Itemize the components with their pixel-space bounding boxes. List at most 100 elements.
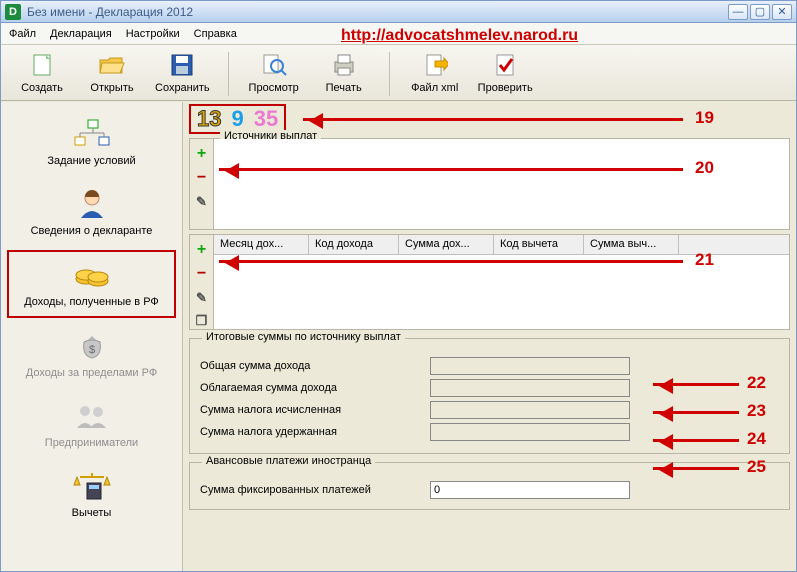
sidebar: Задание условий Сведения о декларанте До… bbox=[1, 102, 183, 571]
edit-source-button[interactable]: ✎ bbox=[193, 193, 211, 211]
nav-conditions[interactable]: Задание условий bbox=[7, 110, 176, 176]
maximize-button[interactable]: ▢ bbox=[750, 4, 770, 20]
arrow-21 bbox=[219, 260, 683, 263]
toolbar-check-label: Проверить bbox=[478, 82, 533, 94]
nav-income-abroad[interactable]: $ Доходы за пределами РФ bbox=[7, 322, 176, 388]
new-file-icon bbox=[27, 50, 57, 80]
calculator-scales-icon bbox=[70, 469, 114, 503]
sources-toolbar: + − ✎ bbox=[190, 139, 214, 229]
toolbar-open[interactable]: Открыть bbox=[81, 48, 143, 96]
toolbar-create[interactable]: Создать bbox=[11, 48, 73, 96]
arrow-19 bbox=[303, 118, 683, 121]
remove-income-button[interactable]: − bbox=[193, 265, 211, 283]
advances-group-label: Авансовые платежи иностранца bbox=[202, 455, 375, 467]
total-income-field bbox=[430, 357, 630, 375]
open-folder-icon bbox=[97, 50, 127, 80]
remove-source-button[interactable]: − bbox=[193, 169, 211, 187]
tax-withheld-label: Сумма налога удержанная bbox=[200, 426, 430, 438]
check-file-icon bbox=[490, 50, 520, 80]
toolbar-open-label: Открыть bbox=[90, 82, 133, 94]
nav-declarant-label: Сведения о декларанте bbox=[31, 225, 153, 237]
titlebar: D Без имени - Декларация 2012 — ▢ ✕ bbox=[1, 1, 796, 23]
col-deduction-code[interactable]: Код вычета bbox=[494, 235, 584, 254]
toolbar-xml[interactable]: Файл xml bbox=[404, 48, 466, 96]
col-income-sum[interactable]: Сумма дох... bbox=[399, 235, 494, 254]
people-icon bbox=[70, 399, 114, 433]
copy-income-button[interactable]: ❐ bbox=[193, 312, 211, 329]
save-floppy-icon bbox=[167, 50, 197, 80]
nav-income-abroad-label: Доходы за пределами РФ bbox=[26, 367, 157, 379]
totals-group-label: Итоговые суммы по источнику выплат bbox=[202, 331, 405, 343]
nav-entrepreneurs[interactable]: Предприниматели bbox=[7, 392, 176, 458]
rate-35-button[interactable]: 35 bbox=[254, 106, 278, 132]
fixed-payments-label: Сумма фиксированных платежей bbox=[200, 484, 430, 496]
taxable-income-field bbox=[430, 379, 630, 397]
toolbar-save[interactable]: Сохранить bbox=[151, 48, 214, 96]
sources-panel: Источники выплат + − ✎ bbox=[189, 138, 790, 230]
add-source-button[interactable]: + bbox=[193, 145, 211, 163]
arrow-25 bbox=[653, 467, 739, 470]
income-details-panel: + − ✎ ❐ Месяц дох... Код дохода Сумма до… bbox=[189, 234, 790, 330]
nav-deductions[interactable]: Вычеты bbox=[7, 462, 176, 528]
menu-file[interactable]: Файл bbox=[9, 28, 36, 40]
nav-conditions-label: Задание условий bbox=[47, 155, 135, 167]
arrow-23 bbox=[653, 411, 739, 414]
tree-icon bbox=[70, 117, 114, 151]
tax-withheld-field bbox=[430, 423, 630, 441]
toolbar-print[interactable]: Печать bbox=[313, 48, 375, 96]
add-income-button[interactable]: + bbox=[193, 241, 211, 259]
svg-text:$: $ bbox=[88, 344, 94, 356]
toolbar-create-label: Создать bbox=[21, 82, 63, 94]
total-income-label: Общая сумма дохода bbox=[200, 360, 430, 372]
nav-income-rf[interactable]: Доходы, полученные в РФ bbox=[7, 250, 176, 318]
main-panel: 13 9 35 Источники выплат + − ✎ + bbox=[183, 102, 796, 571]
toolbar-preview-label: Просмотр bbox=[249, 82, 299, 94]
nav-income-rf-label: Доходы, полученные в РФ bbox=[24, 296, 159, 308]
callout-21: 21 bbox=[695, 250, 714, 270]
col-deduction-sum[interactable]: Сумма выч... bbox=[584, 235, 679, 254]
totals-groupbox: Итоговые суммы по источнику выплат Общая… bbox=[189, 338, 790, 454]
callout-24: 24 bbox=[747, 429, 766, 449]
person-icon bbox=[70, 187, 114, 221]
moneybag-icon: $ bbox=[70, 329, 114, 363]
overlay-url: http://advocatshmelev.narod.ru bbox=[341, 27, 578, 45]
magnifier-page-icon bbox=[259, 50, 289, 80]
toolbar: Создать Открыть Сохранить Просмотр Печа bbox=[1, 45, 796, 101]
printer-icon bbox=[329, 50, 359, 80]
close-button[interactable]: ✕ bbox=[772, 4, 792, 20]
details-toolbar: + − ✎ ❐ bbox=[190, 235, 214, 329]
export-file-icon bbox=[420, 50, 450, 80]
sources-list[interactable] bbox=[214, 139, 789, 229]
toolbar-xml-label: Файл xml bbox=[411, 82, 458, 94]
menu-help[interactable]: Справка bbox=[194, 28, 237, 40]
menu-declaration[interactable]: Декларация bbox=[50, 28, 112, 40]
window-title: Без имени - Декларация 2012 bbox=[27, 5, 193, 19]
app-window: D Без имени - Декларация 2012 — ▢ ✕ Файл… bbox=[0, 0, 797, 572]
taxable-income-label: Облагаемая сумма дохода bbox=[200, 382, 430, 394]
callout-19: 19 bbox=[695, 108, 714, 128]
callout-23: 23 bbox=[747, 401, 766, 421]
fixed-payments-input[interactable] bbox=[430, 481, 630, 499]
tax-calculated-field bbox=[430, 401, 630, 419]
arrow-22 bbox=[653, 383, 739, 386]
callout-20: 20 bbox=[695, 158, 714, 178]
toolbar-preview[interactable]: Просмотр bbox=[243, 48, 305, 96]
arrow-20 bbox=[219, 168, 683, 171]
edit-income-button[interactable]: ✎ bbox=[193, 289, 211, 306]
toolbar-separator-2 bbox=[389, 52, 390, 96]
menu-settings[interactable]: Настройки bbox=[126, 28, 180, 40]
nav-deductions-label: Вычеты bbox=[72, 507, 112, 519]
app-icon: D bbox=[5, 4, 21, 20]
col-income-code[interactable]: Код дохода bbox=[309, 235, 399, 254]
minimize-button[interactable]: — bbox=[728, 4, 748, 20]
col-month[interactable]: Месяц дох... bbox=[214, 235, 309, 254]
coins-icon bbox=[70, 258, 114, 292]
toolbar-separator bbox=[228, 52, 229, 96]
nav-declarant[interactable]: Сведения о декларанте bbox=[7, 180, 176, 246]
rate-13-button[interactable]: 13 bbox=[197, 106, 221, 132]
tax-calculated-label: Сумма налога исчисленная bbox=[200, 404, 430, 416]
rate-9-button[interactable]: 9 bbox=[231, 106, 243, 132]
toolbar-print-label: Печать bbox=[326, 82, 362, 94]
toolbar-check[interactable]: Проверить bbox=[474, 48, 537, 96]
nav-entrepreneurs-label: Предприниматели bbox=[45, 437, 138, 449]
